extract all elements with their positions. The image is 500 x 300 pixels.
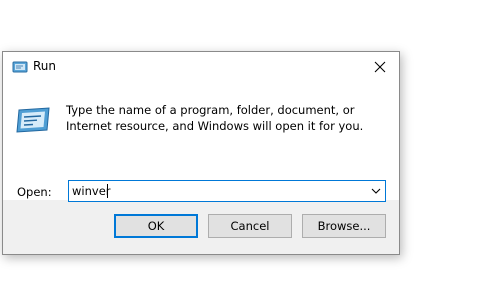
run-large-icon (16, 107, 50, 133)
run-dialog: Run Type the name of a program, folder, … (2, 51, 400, 255)
close-button[interactable] (361, 52, 399, 82)
browse-button[interactable]: Browse... (302, 214, 386, 238)
dialog-body: Type the name of a program, folder, docu… (3, 82, 399, 202)
dropdown-button[interactable] (367, 181, 385, 201)
text-caret (107, 184, 108, 198)
cancel-button[interactable]: Cancel (208, 214, 292, 238)
ok-button[interactable]: OK (114, 214, 198, 238)
title-bar: Run (3, 52, 399, 82)
description-text: Type the name of a program, folder, docu… (66, 103, 364, 133)
window-title: Run (33, 59, 57, 73)
close-icon (374, 61, 386, 73)
chevron-down-icon (371, 188, 381, 194)
open-combobox[interactable] (68, 180, 386, 202)
run-icon (12, 61, 28, 73)
open-input[interactable] (72, 182, 357, 200)
open-label: Open: (17, 185, 52, 199)
